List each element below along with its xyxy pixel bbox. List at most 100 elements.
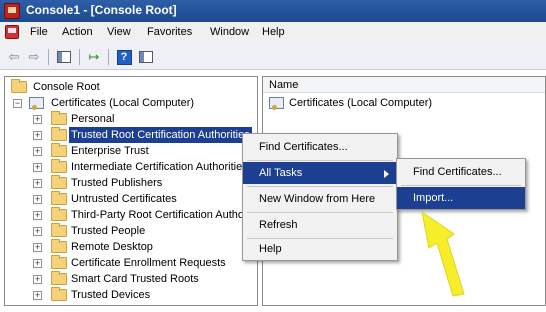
expand-icon[interactable]: + <box>33 147 42 156</box>
folder-icon <box>51 159 67 173</box>
tree-node-trusted-people[interactable]: + Trusted People <box>7 223 257 239</box>
folder-icon <box>51 271 67 285</box>
tree-node-label: Personal <box>71 113 115 125</box>
folder-icon <box>51 143 67 157</box>
certificate-store-icon <box>269 97 284 110</box>
expand-icon[interactable]: + <box>33 291 42 300</box>
tree-node-trusted-root-ca[interactable]: + Trusted Root Certification Authorities <box>7 127 257 143</box>
menu-item-new-window-from-here[interactable]: New Window from Here <box>243 188 397 210</box>
folder-icon <box>51 191 67 205</box>
menu-action[interactable]: Action <box>62 26 93 38</box>
toolbar: ⇦ ⇨ ↦ ? <box>0 44 546 70</box>
forward-arrow-icon[interactable]: ⇨ <box>24 48 44 66</box>
folder-icon <box>51 287 67 301</box>
column-header-label: Name <box>269 79 299 91</box>
certificate-store-icon <box>29 97 44 110</box>
toolbar-separator <box>108 49 109 65</box>
expand-icon[interactable]: + <box>33 163 42 172</box>
folder-icon <box>51 207 67 221</box>
tree-node-label: Smart Card Trusted Roots <box>71 273 199 285</box>
export-list-icon[interactable]: ↦ <box>84 48 104 66</box>
tree-node-trusted-publishers[interactable]: + Trusted Publishers <box>7 175 257 191</box>
expand-icon[interactable]: + <box>33 243 42 252</box>
tree-node-enterprise-trust[interactable]: + Enterprise Trust <box>7 143 257 159</box>
menu-item-find-certificates[interactable]: Find Certificates... <box>243 136 397 158</box>
folder-icon <box>51 111 67 125</box>
tree-node-label: Untrusted Certificates <box>71 193 177 205</box>
toolbar-separator <box>48 49 49 65</box>
folder-icon <box>51 127 67 141</box>
submenu-arrow-icon <box>384 170 389 178</box>
expand-icon[interactable]: + <box>33 179 42 188</box>
list-item-label: Certificates (Local Computer) <box>289 97 433 109</box>
collapse-icon[interactable]: − <box>13 99 22 108</box>
menu-separator <box>247 186 393 187</box>
menu-favorites[interactable]: Favorites <box>147 26 192 38</box>
menu-help[interactable]: Help <box>262 26 285 38</box>
tree-node-untrusted-certificates[interactable]: + Untrusted Certificates <box>7 191 257 207</box>
menu-bar: File Action View Favorites Window Help <box>0 22 546 44</box>
expand-icon[interactable]: + <box>33 115 42 124</box>
expand-icon[interactable]: + <box>33 195 42 204</box>
toolbar-separator <box>79 49 80 65</box>
console-document-icon[interactable] <box>5 25 19 39</box>
annotation-arrow <box>421 210 465 297</box>
expand-icon[interactable]: + <box>33 211 42 220</box>
menu-separator <box>247 212 393 213</box>
menu-separator <box>401 185 521 186</box>
help-icon: ? <box>116 49 132 65</box>
tree-node-trusted-devices[interactable]: + Trusted Devices <box>7 287 257 303</box>
tree-node-intermediate-ca[interactable]: + Intermediate Certification Authorities <box>7 159 257 175</box>
tree-node-label-selected: Trusted Root Certification Authorities <box>69 127 252 143</box>
menu-item-label: All Tasks <box>259 167 303 179</box>
tree-node-certificate-enrollment-requests[interactable]: + Certificate Enrollment Requests <box>7 255 257 271</box>
show-hide-console-tree-button[interactable] <box>54 48 74 66</box>
tree-node-remote-desktop[interactable]: + Remote Desktop <box>7 239 257 255</box>
folder-icon <box>51 175 67 189</box>
menu-item-help[interactable]: Help <box>243 238 397 260</box>
folder-icon <box>11 79 27 93</box>
show-hide-action-pane-button[interactable] <box>136 48 156 66</box>
expand-icon[interactable]: + <box>33 259 42 268</box>
action-pane-icon <box>139 51 153 63</box>
column-header-name[interactable]: Name <box>263 77 545 93</box>
tree-node-label: Remote Desktop <box>71 241 153 253</box>
expand-icon[interactable]: + <box>33 275 42 284</box>
list-item[interactable]: Certificates (Local Computer) <box>265 95 535 111</box>
tree-node-third-party-root-ca[interactable]: + Third-Party Root Certification Authori… <box>7 207 257 223</box>
menu-file[interactable]: File <box>30 26 48 38</box>
menu-view[interactable]: View <box>107 26 131 38</box>
submenu-item-find-certificates[interactable]: Find Certificates... <box>397 161 525 183</box>
menu-item-all-tasks[interactable]: All Tasks <box>243 162 397 184</box>
submenu-item-import[interactable]: Import... <box>397 187 525 209</box>
tree-node-personal[interactable]: + Personal <box>7 111 257 127</box>
tree-node-label: Intermediate Certification Authorities <box>71 161 248 173</box>
tree-node-label: Trusted Devices <box>71 289 151 301</box>
menu-item-refresh[interactable]: Refresh <box>243 214 397 236</box>
context-menu: Find Certificates... All Tasks New Windo… <box>242 133 398 261</box>
console-tree-icon <box>57 51 71 63</box>
expand-icon[interactable]: + <box>33 131 42 140</box>
help-button[interactable]: ? <box>114 48 134 66</box>
folder-icon <box>51 239 67 253</box>
tree-node-label: Console Root <box>33 81 100 93</box>
menu-separator <box>247 160 393 161</box>
all-tasks-submenu: Find Certificates... Import... <box>396 158 526 210</box>
tree-node-label: Trusted Publishers <box>71 177 163 189</box>
title-bar[interactable]: Console1 - [Console Root] <box>0 0 546 22</box>
tree-node-smart-card-trusted-roots[interactable]: + Smart Card Trusted Roots <box>7 271 257 287</box>
expand-icon[interactable]: + <box>33 227 42 236</box>
folder-icon <box>51 223 67 237</box>
window-title: Console1 - [Console Root] <box>26 3 177 17</box>
annotation-arrow-shape <box>421 210 465 297</box>
console-tree-pane[interactable]: Console Root − Certificates (Local Compu… <box>4 76 258 306</box>
tree-node-label: Enterprise Trust <box>71 145 149 157</box>
folder-icon <box>51 255 67 269</box>
back-arrow-icon[interactable]: ⇦ <box>4 48 24 66</box>
menu-window[interactable]: Window <box>210 26 249 38</box>
tree-node-label: Trusted People <box>71 225 146 237</box>
tree-node-label: Third-Party Root Certification Authoriti… <box>71 209 258 221</box>
mmc-app-icon[interactable] <box>4 3 20 19</box>
tree-node-label: Certificates (Local Computer) <box>51 97 195 109</box>
tree-node-label: Certificate Enrollment Requests <box>71 257 226 269</box>
